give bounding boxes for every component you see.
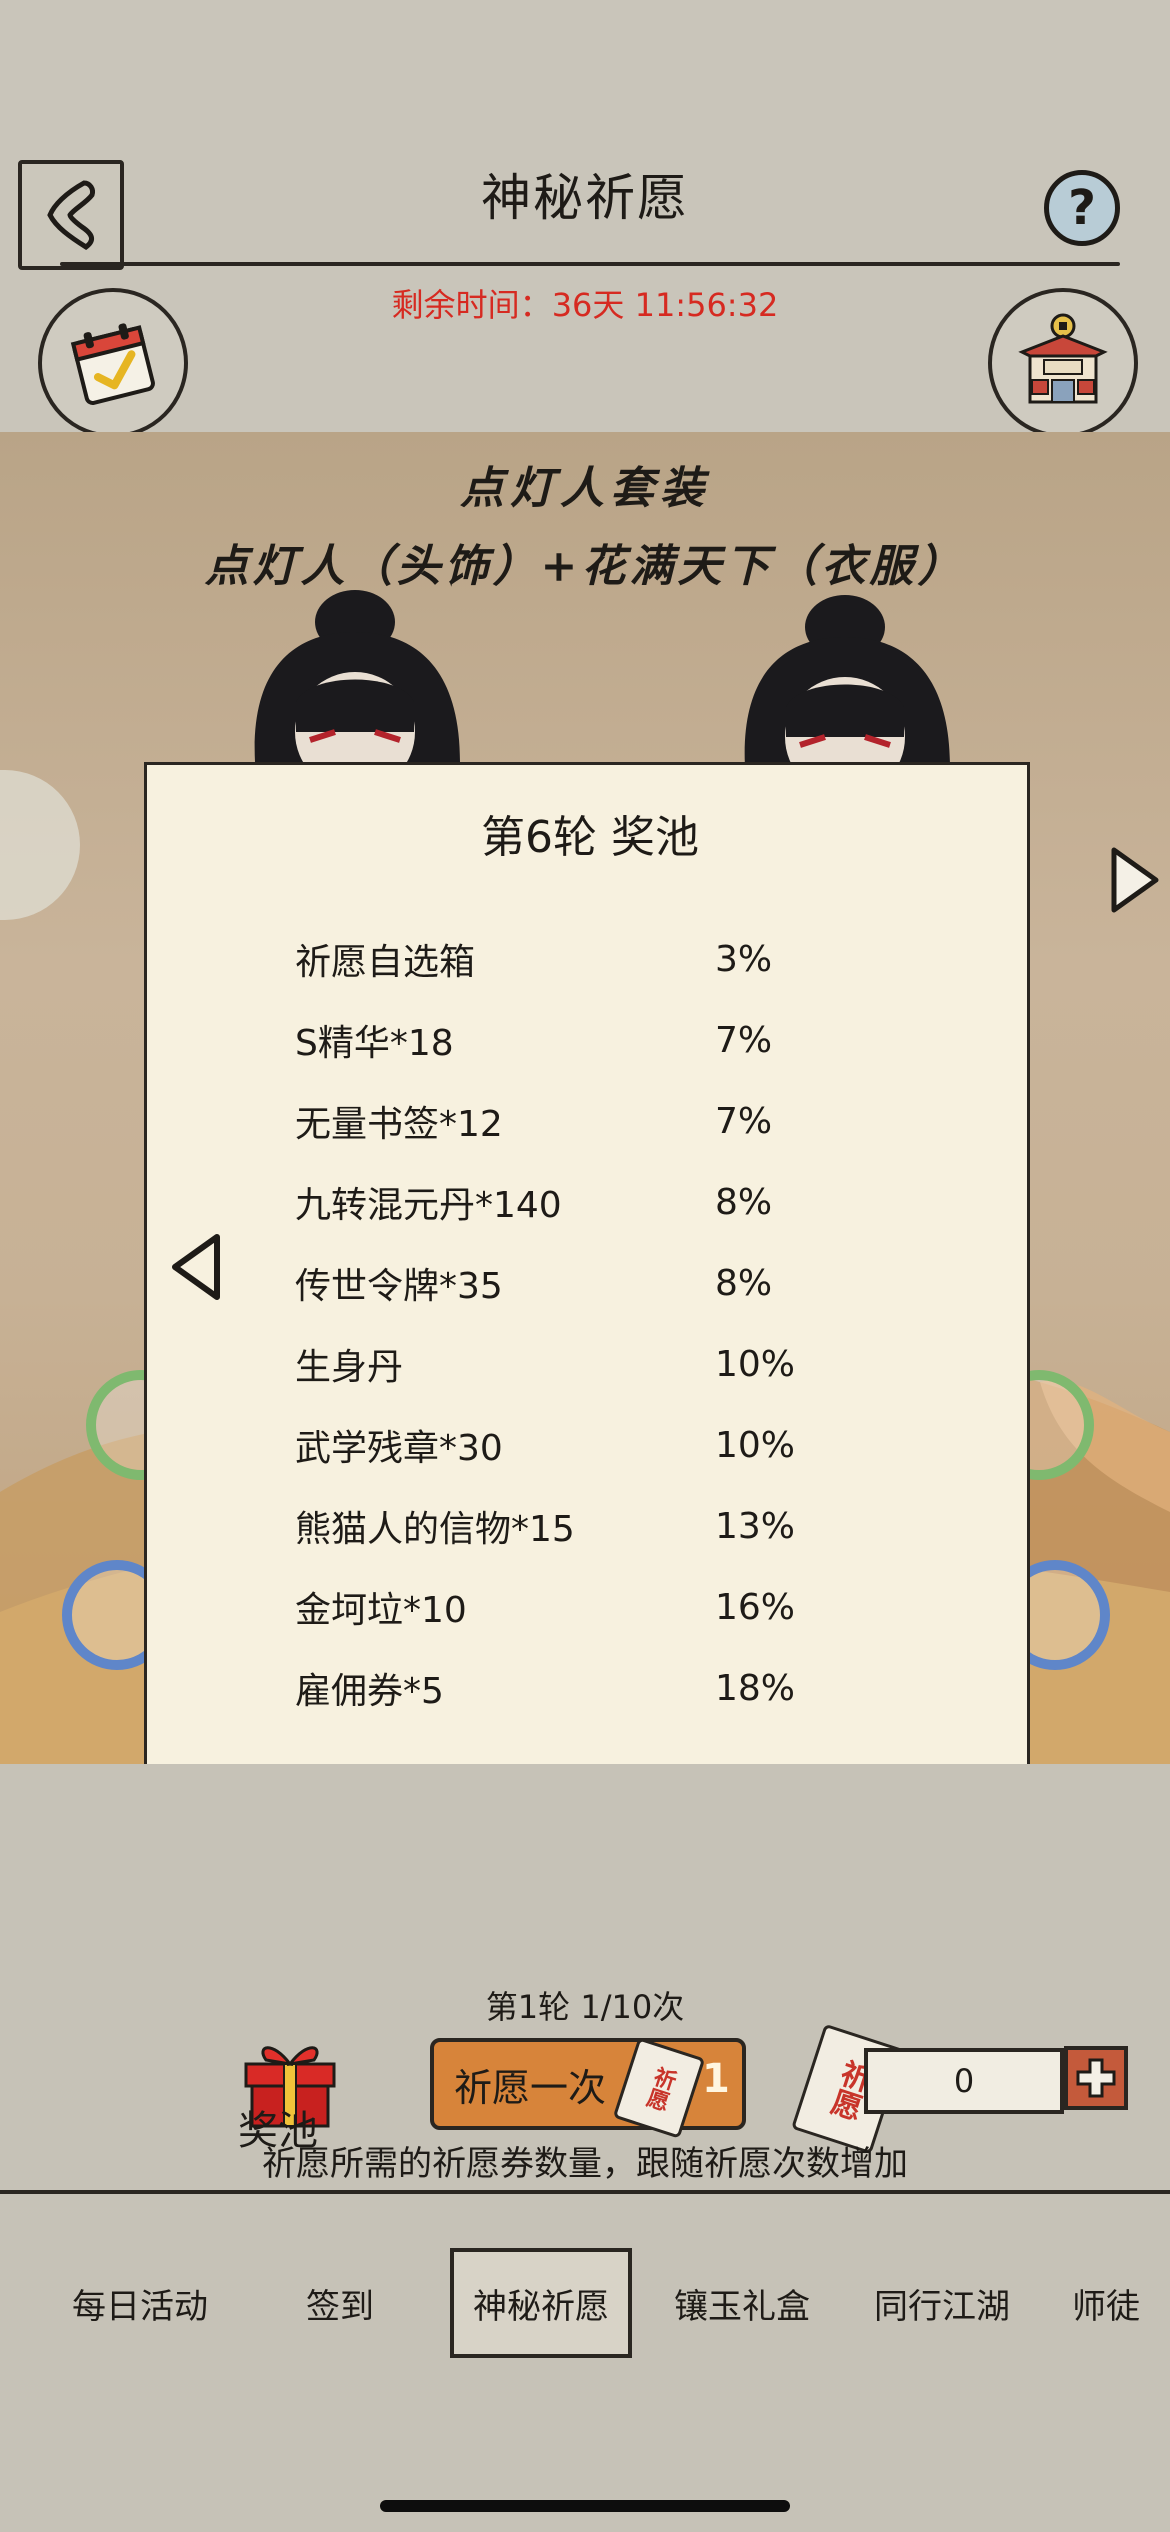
- reward-pool-row: S精华*18 7%: [295, 1010, 895, 1070]
- reward-probability: 3%: [715, 938, 773, 980]
- outfit-set-title: 点灯人套装: [460, 463, 710, 514]
- timer-label: 剩余时间：: [391, 286, 552, 324]
- plus-icon: [1076, 2058, 1116, 2098]
- reward-probability: 7%: [715, 1100, 773, 1142]
- reward-pool-row: 生身丹 10%: [295, 1334, 895, 1394]
- reward-pool-row: 雇佣券*5 18%: [295, 1658, 895, 1718]
- tab-daily-activity[interactable]: 每日活动: [40, 2248, 240, 2358]
- shop-icon: [1018, 313, 1108, 404]
- tab-sign-in[interactable]: 签到: [250, 2248, 430, 2358]
- shop-button[interactable]: [988, 288, 1138, 438]
- reward-pool-row: 熊猫人的信物*15 13%: [295, 1496, 895, 1556]
- bottom-divider: [0, 2190, 1170, 2194]
- wish-once-button[interactable]: 祈愿一次 祈愿 1: [430, 2037, 746, 2139]
- next-arrow-button[interactable]: [1104, 840, 1164, 924]
- reward-name: 武学残章*30: [295, 1428, 503, 1469]
- reward-name: 熊猫人的信物*15: [295, 1509, 575, 1550]
- help-button[interactable]: ?: [1044, 170, 1120, 246]
- reward-pool-row: 九转混元丹*140 8%: [295, 1172, 895, 1232]
- reward-name: 雇佣券*5: [295, 1671, 444, 1712]
- wish-cost-hint: 祈愿所需的祈愿券数量，跟随祈愿次数增加: [262, 2144, 908, 2184]
- reward-name: 无量书签*12: [295, 1104, 503, 1145]
- reward-probability: 10%: [715, 1424, 796, 1466]
- reward-pool-title: 第6轮 奖池: [481, 812, 699, 863]
- reward-probability: 13%: [715, 1505, 796, 1547]
- round-progress: 第1轮 1/10次: [485, 1988, 685, 2026]
- remaining-time: 剩余时间：36天 11:56:32: [0, 280, 1170, 326]
- reward-name: 传世令牌*35: [295, 1266, 503, 1307]
- reward-name: 祈愿自选箱: [295, 942, 476, 983]
- add-ticket-button[interactable]: [1064, 2046, 1128, 2110]
- reward-pool-row: 传世令牌*35 8%: [295, 1253, 895, 1313]
- ticket-quantity: 0: [864, 2048, 1064, 2114]
- ticket-glyph: 祈愿: [640, 2063, 679, 2113]
- reward-pool-dialog: 第6轮 奖池 祈愿自选箱 3% S精华*18 7% 无量书签*12 7% 九转混…: [144, 762, 1030, 1774]
- reward-probability: 16%: [715, 1586, 796, 1628]
- calendar-check-icon: [70, 323, 155, 405]
- reward-probability: 8%: [715, 1181, 773, 1223]
- outfit-set-description: 点灯人（头饰）+花满天下（衣服）: [204, 541, 966, 592]
- reward-name: 金坷垃*10: [295, 1590, 467, 1631]
- wish-ticket-icon: 祈愿: [612, 2037, 706, 2139]
- previous-round-button[interactable]: [167, 1227, 227, 1311]
- tab-jade-gift-box[interactable]: 镶玉礼盒: [642, 2248, 842, 2358]
- timer-value: 36天 11:56:32: [551, 286, 779, 324]
- reward-pool-row: 金坷垃*10 16%: [295, 1577, 895, 1637]
- help-icon: ?: [1068, 180, 1096, 236]
- reward-name: S精华*18: [295, 1023, 454, 1064]
- reward-probability: 7%: [715, 1019, 773, 1061]
- tab-travel-together[interactable]: 同行江湖: [842, 2248, 1042, 2358]
- reward-pool-row: 祈愿自选箱 3%: [295, 929, 895, 989]
- tab-master-apprentice[interactable]: 师徒: [1042, 2248, 1170, 2358]
- wish-once-label: 祈愿一次: [454, 2065, 607, 2110]
- reward-name: 生身丹: [295, 1347, 404, 1388]
- tab-mystery-wish[interactable]: 神秘祈愿: [450, 2248, 632, 2358]
- chevron-left-icon: [172, 1234, 220, 1300]
- reward-pool-row: 武学残章*30 10%: [295, 1415, 895, 1475]
- reward-probability: 8%: [715, 1262, 773, 1304]
- page-title: 神秘祈愿: [481, 169, 689, 227]
- reward-probability: 18%: [715, 1667, 796, 1709]
- wish-cost: 1: [702, 2056, 730, 2102]
- reward-name: 九转混元丹*140: [295, 1185, 562, 1226]
- home-indicator: [380, 2500, 790, 2512]
- header-divider: [60, 262, 1120, 266]
- calendar-button[interactable]: [38, 288, 188, 438]
- reward-pool-row: 无量书签*12 7%: [295, 1091, 895, 1151]
- chevron-right-icon: [1111, 847, 1159, 913]
- reward-probability: 10%: [715, 1343, 796, 1385]
